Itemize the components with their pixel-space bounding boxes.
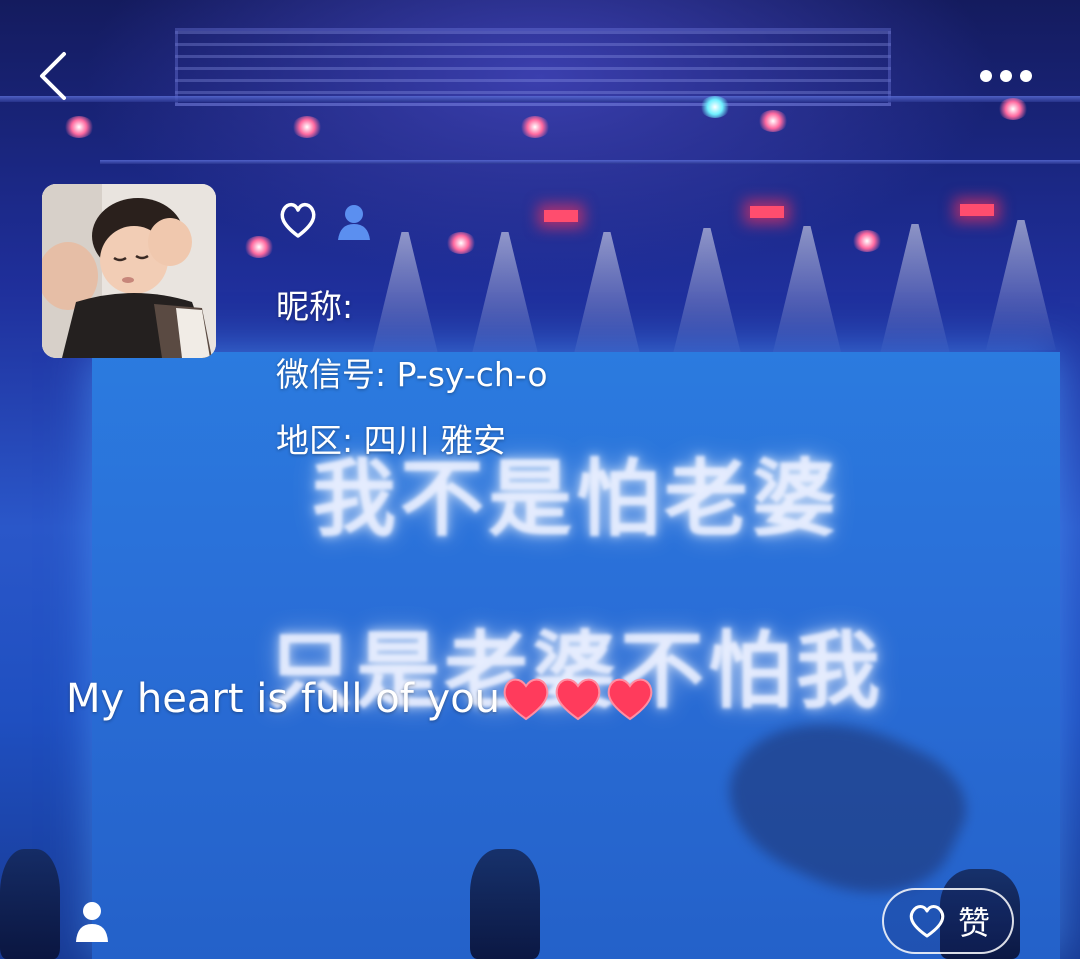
light-beam [470, 232, 540, 362]
chevron-left-icon [40, 52, 66, 100]
light-beam [772, 226, 842, 356]
musician-silhouette [0, 849, 60, 959]
stage-lamp [64, 116, 94, 138]
heart-outline-icon [280, 202, 316, 238]
wechat-id-line[interactable]: 微信号: P-sy-ch-o [276, 348, 548, 396]
light-beam [370, 232, 440, 362]
favorite-button[interactable] [276, 198, 320, 242]
region-line: 地区: 四川 雅安 [276, 421, 507, 460]
light-beam [672, 228, 742, 358]
like-label: 赞 [957, 904, 990, 942]
screen-text-line-1: 我不是怕老婆 [311, 450, 840, 548]
red-heart-icon [555, 678, 601, 721]
stage-bar-light [960, 204, 994, 216]
stage-lamp [758, 110, 788, 132]
stage-lamp [852, 230, 882, 252]
stage-lamp [292, 116, 322, 138]
more-dots-icon [980, 70, 1032, 82]
more-options-button[interactable] [966, 56, 1046, 96]
stage-bar-light [544, 210, 578, 222]
back-button[interactable] [28, 44, 88, 104]
stage-lamp [998, 98, 1028, 120]
nickname-label: 昵称: [276, 287, 354, 326]
stage-lamp [700, 96, 730, 118]
stage-truss [100, 160, 1080, 164]
stage-lighting-grid [175, 28, 891, 106]
child-photo-avatar [42, 184, 216, 358]
like-button[interactable]: 赞 [882, 888, 1014, 954]
light-beam [572, 232, 642, 362]
light-beam [880, 224, 950, 354]
post-caption: My heart is full of you [66, 676, 656, 722]
caption-text: My heart is full of you [66, 676, 501, 722]
background-photo: 我不是怕老婆 只是老婆不怕我 [0, 0, 1080, 959]
red-heart-icon [607, 678, 653, 721]
stage-lamp [520, 116, 550, 138]
stage-lamp [446, 232, 476, 254]
caption-heart-emojis [500, 675, 656, 721]
stage-bar-light [750, 206, 784, 218]
person-icon [332, 200, 376, 244]
stage-truss [0, 96, 1080, 102]
red-heart-icon [503, 678, 549, 721]
person-icon[interactable] [74, 900, 110, 942]
heart-outline-icon [909, 905, 945, 938]
light-beam [986, 220, 1056, 350]
stage-lamp [244, 236, 274, 258]
musician-silhouette [470, 849, 540, 959]
avatar[interactable] [42, 184, 216, 358]
